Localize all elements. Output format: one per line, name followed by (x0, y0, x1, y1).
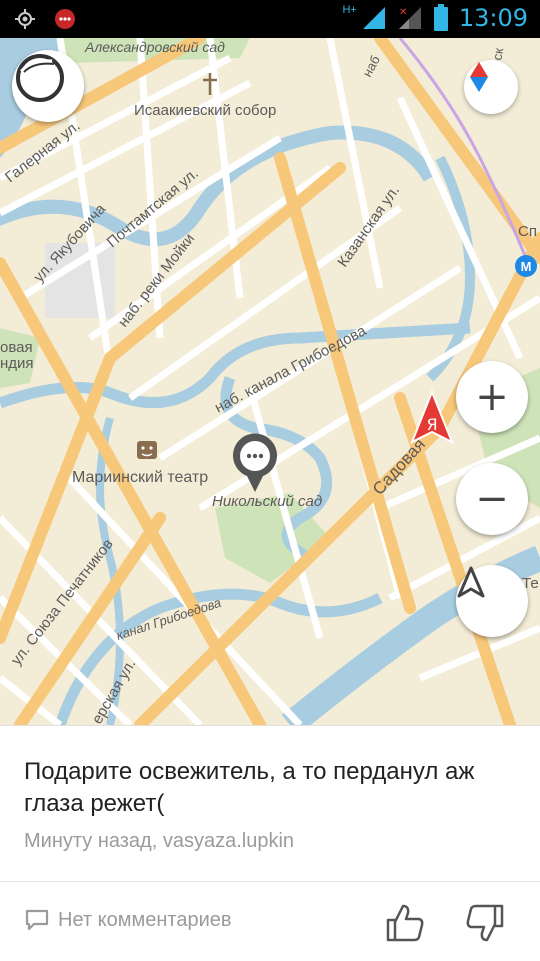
signal-bars-icon: ✕ (398, 7, 421, 29)
comment-icon (25, 909, 49, 931)
app-notification-icon (55, 9, 75, 29)
app-logo-icon (16, 54, 64, 102)
label-aleksandrovsky-sad: Александровский сад (84, 39, 225, 55)
plus-icon: + (475, 374, 509, 420)
theatre-icon (137, 441, 157, 459)
gps-icon (15, 9, 35, 29)
thumbs-up-icon[interactable] (384, 902, 426, 944)
thumbs-down-icon[interactable] (464, 902, 506, 944)
post-panel: Подарите освежитель, а то перданул аж гл… (0, 725, 540, 961)
svg-text:✕: ✕ (399, 7, 407, 18)
svg-text:M: M (521, 259, 532, 274)
compass-icon (470, 62, 488, 92)
compass-button[interactable] (464, 60, 518, 114)
map-view[interactable]: Александровский сад Исаакиевский собор Г… (0, 38, 540, 725)
post-text: Подарите освежитель, а то перданул аж гл… (24, 758, 475, 817)
svg-text:Я: Я (426, 415, 437, 434)
post-meta: Минуту назад, vasyaza.lupkin (24, 830, 295, 852)
battery-icon (433, 4, 448, 31)
divider (0, 881, 540, 882)
comments-label: Нет комментариев (58, 908, 232, 931)
label-novaya-1: овая (0, 339, 33, 356)
network-hplus-icon: H+ (342, 4, 357, 16)
app-logo-button[interactable] (12, 50, 84, 122)
label-nikolsky-sad: Никольский сад (212, 493, 322, 510)
zoom-in-button[interactable]: + (456, 361, 528, 433)
navigation-arrow-icon (457, 566, 485, 598)
label-novaya-2: ндия (0, 355, 34, 372)
label-isaakievsky-sobor: Исаакиевский собор (134, 102, 276, 119)
minus-icon: − (475, 476, 509, 522)
my-location-button[interactable] (456, 565, 528, 637)
label-mariinsky: Мариинский театр (72, 469, 208, 486)
metro-icon: M (515, 255, 537, 277)
label-metro-partial: Сп (518, 223, 537, 240)
signal-no-data-icon (362, 7, 385, 29)
zoom-out-button[interactable]: − (456, 463, 528, 535)
status-bar: H+ ✕ 13:09 (0, 0, 540, 38)
comments-link[interactable]: Нет комментариев (24, 908, 232, 932)
clock: 13:09 (458, 4, 528, 32)
